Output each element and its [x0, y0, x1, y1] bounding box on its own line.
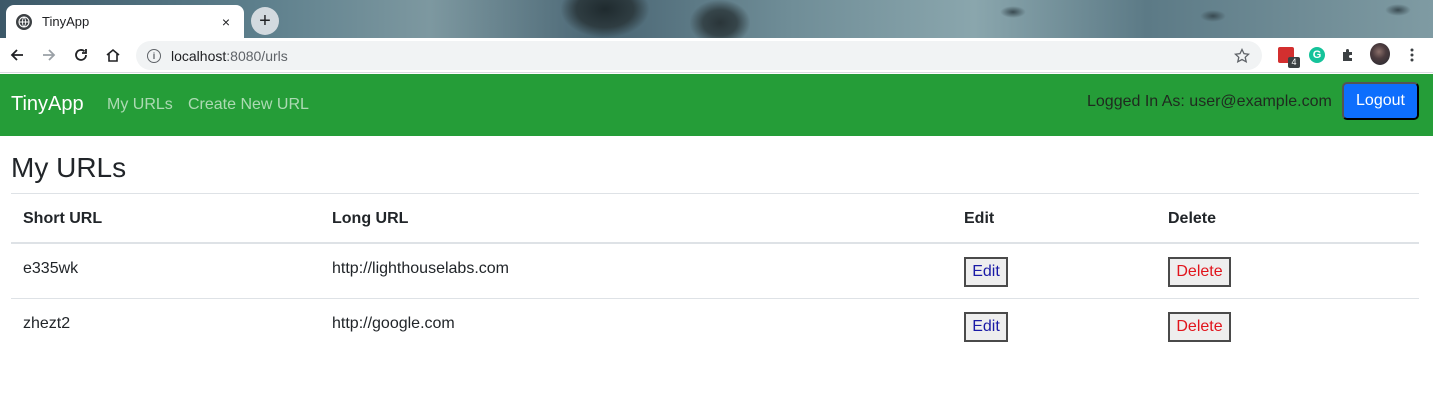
reload-icon[interactable] — [69, 43, 93, 67]
edit-button[interactable]: Edit — [964, 257, 1008, 287]
address-host: localhost — [171, 47, 227, 64]
page-title: My URLs — [11, 152, 127, 183]
puzzle-extensions-icon[interactable] — [1338, 45, 1358, 65]
new-tab-button[interactable]: + — [251, 7, 279, 35]
address-path: :8080/urls — [226, 47, 288, 64]
nav-link-my-urls[interactable]: My URLs — [107, 96, 173, 114]
background-bird-image — [560, 0, 650, 38]
home-icon[interactable] — [101, 43, 125, 67]
globe-icon — [16, 13, 32, 30]
grammarly-letter: G — [1309, 47, 1325, 63]
background-bird-image — [1385, 4, 1411, 16]
forward-arrow-icon[interactable] — [37, 43, 61, 67]
browser-toolbar: i localhost:8080/urls 4 G — [0, 38, 1433, 73]
long-url-cell: http://lighthouselabs.com — [332, 260, 509, 277]
profile-avatar-icon[interactable] — [1370, 43, 1390, 65]
app-navbar: TinyApp My URLs Create New URL Logged In… — [0, 74, 1433, 136]
bookmark-star-icon[interactable] — [1232, 46, 1252, 66]
logout-button[interactable]: Logout — [1342, 82, 1419, 120]
address-bar[interactable]: i localhost:8080/urls — [136, 41, 1262, 70]
short-url-cell: zhezt2 — [23, 315, 71, 332]
tab-title: TinyApp — [42, 14, 90, 29]
short-url-cell: e335wk — [23, 260, 79, 277]
background-bird-image — [1200, 10, 1226, 22]
column-header-short-url: Short URL — [23, 210, 103, 227]
long-url-cell: http://google.com — [332, 315, 455, 332]
column-header-edit: Edit — [964, 210, 995, 227]
table-row: e335wk http://lighthouselabs.com Edit De… — [11, 244, 1419, 299]
brand-link[interactable]: TinyApp — [11, 93, 84, 116]
site-info-icon[interactable]: i — [147, 48, 161, 63]
kebab-menu-icon[interactable] — [1402, 45, 1422, 65]
browser-tab[interactable]: TinyApp × — [6, 5, 244, 38]
extension-red-icon[interactable]: 4 — [1276, 45, 1300, 68]
logged-in-text: Logged In As: user@example.com — [1087, 93, 1332, 110]
nav-link-create-new-url[interactable]: Create New URL — [188, 96, 309, 114]
background-rock-image — [690, 0, 750, 38]
extension-badge: 4 — [1288, 57, 1300, 68]
background-bird-image — [1000, 6, 1026, 18]
delete-button[interactable]: Delete — [1168, 312, 1231, 342]
delete-button[interactable]: Delete — [1168, 257, 1231, 287]
browser-tabstrip: TinyApp × + — [0, 0, 1433, 38]
table-header: Short URL Long URL Edit Delete — [11, 194, 1419, 244]
address-url[interactable]: localhost:8080/urls — [171, 48, 1232, 64]
table-row: zhezt2 http://google.com Edit Delete — [11, 299, 1419, 354]
column-header-delete: Delete — [1168, 210, 1217, 227]
grammarly-icon[interactable]: G — [1307, 45, 1327, 65]
close-tab-icon[interactable]: × — [218, 14, 234, 30]
column-header-long-url: Long URL — [332, 210, 409, 227]
back-arrow-icon[interactable] — [5, 43, 29, 67]
edit-button[interactable]: Edit — [964, 312, 1008, 342]
